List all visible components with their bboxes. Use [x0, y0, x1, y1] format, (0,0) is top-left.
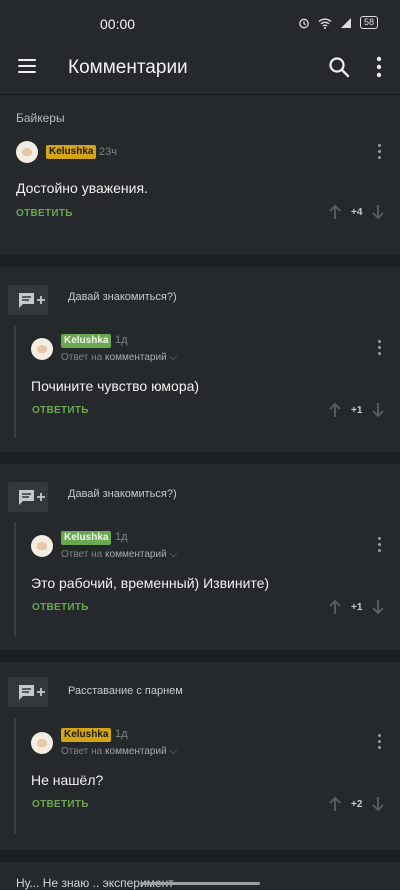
parent-comment-text[interactable]: Давай знакомиться?)	[68, 291, 177, 303]
author-badge[interactable]: Kelushka	[61, 334, 112, 348]
avatar[interactable]	[16, 141, 38, 163]
menu-icon[interactable]	[18, 59, 36, 73]
app-bar: Комментарии	[0, 44, 400, 95]
vote-controls: +1	[329, 599, 385, 615]
comment-time: 1д	[115, 334, 128, 346]
comment-text: Достойно уважения.	[16, 180, 148, 196]
comment-time: 23ч	[99, 146, 117, 158]
status-bar: 00:00 58	[0, 0, 400, 44]
upvote-icon[interactable]	[329, 402, 341, 418]
upvote-icon[interactable]	[329, 204, 341, 220]
vote-controls: +1	[329, 402, 385, 418]
more-vert-icon[interactable]	[376, 56, 382, 78]
avatar[interactable]	[31, 535, 53, 557]
reply-button[interactable]: ОТВЕТИТЬ	[32, 602, 89, 613]
comment-score: +1	[351, 601, 363, 613]
author-badge[interactable]: Kelushka	[61, 728, 112, 742]
avatar[interactable]	[31, 338, 53, 360]
comment-time: 1д	[115, 531, 128, 543]
battery-icon: 58	[359, 16, 378, 29]
thread-line	[14, 718, 16, 834]
parent-comment-text[interactable]: Расставание с парнем	[68, 685, 183, 697]
thread-card: Расставание с парнем Kelushka 1д Ответ н…	[0, 662, 400, 850]
comment-add-icon[interactable]	[8, 482, 48, 512]
reply-to-link[interactable]: Ответ на комментарий ⌵	[61, 352, 177, 363]
alarm-icon	[299, 18, 309, 28]
avatar[interactable]	[31, 732, 53, 754]
upvote-icon[interactable]	[329, 796, 341, 812]
vote-controls: +2	[329, 796, 385, 812]
status-time: 00:00	[100, 16, 136, 32]
divider	[0, 452, 400, 464]
divider	[0, 255, 400, 267]
vote-controls: +4	[329, 204, 385, 220]
thread-card: Давай знакомиться?) Kelushka 1д Ответ на…	[0, 464, 400, 650]
comment-add-icon[interactable]	[8, 677, 48, 707]
post-title[interactable]: Байкеры	[16, 111, 65, 125]
parent-comment-text[interactable]: Давай знакомиться?)	[68, 488, 177, 500]
comment-score: +2	[351, 798, 363, 810]
status-icons: 58	[298, 16, 378, 29]
reply-to-link[interactable]: Ответ на комментарий ⌵	[61, 746, 177, 757]
divider	[0, 850, 400, 862]
comment-text: Почините чувство юмора)	[31, 378, 200, 394]
comment-add-icon[interactable]	[8, 285, 48, 315]
comment-more-icon[interactable]	[378, 144, 382, 160]
thread-line	[14, 522, 16, 636]
reply-button[interactable]: ОТВЕТИТЬ	[16, 208, 73, 219]
home-indicator[interactable]	[140, 882, 260, 885]
thread-card: Давай знакомиться?) Kelushka 1д Ответ на…	[0, 267, 400, 452]
comment-time: 1д	[115, 728, 128, 740]
signal-icon	[340, 17, 351, 28]
author-badge[interactable]: Kelushka	[61, 531, 112, 545]
comment-more-icon[interactable]	[378, 340, 382, 356]
post-card: Байкеры Kelushka 23ч Достойно уважения. …	[0, 95, 400, 255]
comment-score: +4	[351, 206, 363, 218]
reply-button[interactable]: ОТВЕТИТЬ	[32, 405, 89, 416]
reply-button[interactable]: ОТВЕТИТЬ	[32, 799, 89, 810]
author-badge[interactable]: Kelushka	[46, 145, 97, 159]
wifi-icon	[318, 18, 332, 29]
comment-more-icon[interactable]	[378, 734, 382, 750]
search-icon[interactable]	[328, 56, 350, 78]
comment-score: +1	[351, 404, 363, 416]
downvote-icon[interactable]	[372, 402, 385, 418]
reply-to-link[interactable]: Ответ на комментарий ⌵	[61, 549, 177, 560]
downvote-icon[interactable]	[372, 599, 385, 615]
downvote-icon[interactable]	[372, 796, 385, 812]
divider	[0, 650, 400, 662]
downvote-icon[interactable]	[372, 204, 385, 220]
comment-more-icon[interactable]	[378, 537, 382, 553]
comment-text: Не нашёл?	[31, 772, 104, 788]
page-title: Комментарии	[68, 57, 188, 78]
thread-line	[14, 325, 16, 438]
upvote-icon[interactable]	[329, 599, 341, 615]
comment-text: Это рабочий, временный) Извините)	[31, 575, 270, 591]
